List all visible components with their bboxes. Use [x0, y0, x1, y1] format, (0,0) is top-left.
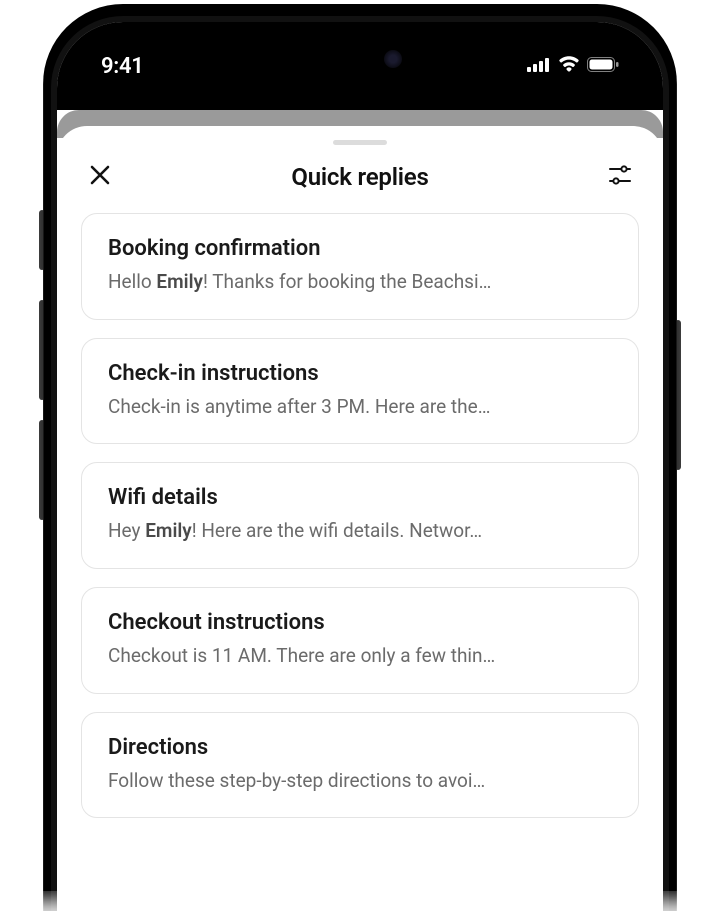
quick-reply-title: Check-in instructions [108, 361, 612, 386]
quick-replies-list: Booking confirmation Hello Emily! Thanks… [57, 213, 663, 818]
phone-frame: 9:41 [43, 0, 677, 911]
quick-reply-title: Checkout instructions [108, 610, 612, 635]
quick-reply-preview: Hello Emily! Thanks for booking the Beac… [108, 269, 612, 295]
quick-reply-title: Wifi details [108, 485, 612, 510]
quick-replies-sheet: Quick replies Booking confirmation Hello… [57, 126, 663, 911]
quick-reply-preview: Checkout is 11 AM. There are only a few … [108, 643, 612, 669]
wifi-icon [558, 56, 580, 76]
quick-reply-title: Booking confirmation [108, 236, 612, 261]
quick-reply-preview: Check-in is anytime after 3 PM. Here are… [108, 394, 612, 420]
quick-reply-preview: Hey Emily! Here are the wifi details. Ne… [108, 518, 612, 544]
quick-reply-item[interactable]: Checkout instructions Checkout is 11 AM.… [81, 587, 639, 694]
sliders-icon [609, 165, 631, 189]
cellular-icon [527, 57, 551, 76]
status-time: 9:41 [101, 54, 144, 79]
quick-reply-preview: Follow these step-by-step directions to … [108, 768, 612, 794]
quick-reply-item[interactable]: Directions Follow these step-by-step dir… [81, 712, 639, 819]
quick-reply-title: Directions [108, 735, 612, 760]
close-icon [90, 165, 110, 189]
page-title: Quick replies [291, 163, 428, 191]
dynamic-island [285, 40, 435, 84]
filters-button[interactable] [607, 164, 633, 190]
close-button[interactable] [87, 164, 113, 190]
quick-reply-item[interactable]: Check-in instructions Check-in is anytim… [81, 338, 639, 445]
quick-reply-item[interactable]: Wifi details Hey Emily! Here are the wif… [81, 462, 639, 569]
quick-reply-item[interactable]: Booking confirmation Hello Emily! Thanks… [81, 213, 639, 320]
battery-icon [587, 57, 619, 76]
sheet-grabber[interactable] [333, 140, 387, 145]
front-camera [384, 50, 402, 68]
sheet-header: Quick replies [57, 155, 663, 213]
